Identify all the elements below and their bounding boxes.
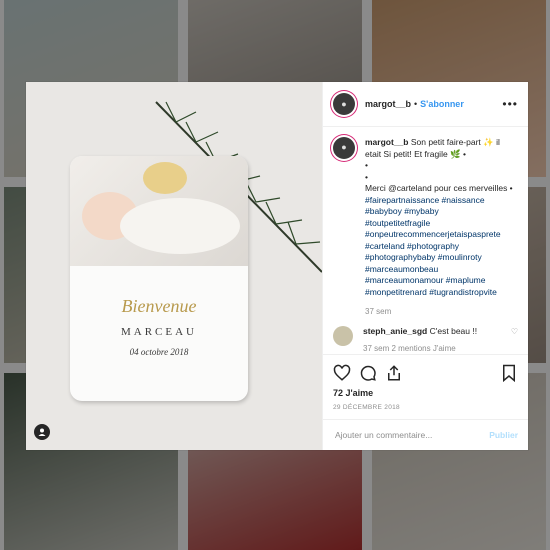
avatar[interactable] [333, 325, 353, 346]
comment-icon[interactable] [359, 364, 377, 382]
comment-username[interactable]: steph_anie_sgd [363, 326, 427, 336]
comment-age: 37 sem [363, 344, 390, 353]
comment-input[interactable] [333, 429, 490, 441]
card-title: Bienvenue [121, 296, 197, 316]
username-link[interactable]: margot__b [365, 99, 411, 109]
hashtag-link[interactable]: #marceaumonbeau [365, 264, 518, 276]
caption-line: • [365, 171, 368, 182]
comment-row: steph_anie_sgd C'est beau !! 37 sem 2 me… [333, 325, 518, 355]
post-side-panel: ● margot__b • S'abonner ••• ● margot__b … [322, 82, 528, 450]
likes-count[interactable]: 72 J'aime [333, 388, 518, 398]
post-modal: Bienvenue MARCEAU 04 octobre 2018 ● marg… [26, 82, 528, 450]
separator-dot: • [414, 99, 418, 109]
post-photo[interactable]: Bienvenue MARCEAU 04 octobre 2018 [26, 82, 322, 450]
post-date: 29 DÉCEMBRE 2018 [333, 404, 400, 411]
card-date: 04 octobre 2018 [129, 347, 189, 357]
caption: ● margot__b Son petit faire-part ✨ il et… [333, 137, 518, 318]
comment-likes[interactable]: 2 mentions J'aime [391, 344, 455, 353]
follow-button[interactable]: S'abonner [420, 99, 464, 109]
more-options-icon[interactable]: ••• [502, 97, 518, 111]
user-tag-icon[interactable] [34, 424, 50, 440]
card-name: MARCEAU [120, 326, 197, 338]
avatar[interactable]: ● [333, 93, 355, 115]
avatar[interactable]: ● [333, 137, 355, 159]
caption-username[interactable]: margot__b [365, 137, 408, 147]
share-icon[interactable] [385, 364, 403, 382]
post-header: ● margot__b • S'abonner ••• [323, 82, 528, 127]
publish-button[interactable]: Publier [489, 430, 518, 440]
comment-text: C'est beau !! [429, 325, 478, 336]
hashtag-link[interactable]: #fairepartnaissance #naissance [365, 195, 518, 207]
bookmark-icon[interactable] [500, 364, 518, 382]
caption-line: Merci @carteland pour ces merveilles • [365, 183, 513, 193]
hashtag-link[interactable]: #photographybaby #moulinroty [365, 252, 518, 264]
caption-age: 37 sem [365, 307, 392, 316]
birth-announcement-card: Bienvenue MARCEAU 04 octobre 2018 [70, 156, 248, 401]
comment-like-heart-icon[interactable]: ♡ [511, 326, 518, 338]
hashtag-link[interactable]: #onpeutrecommencerjetaispasprete [365, 229, 518, 241]
baby-photo [70, 156, 248, 266]
hashtag-link[interactable]: #marceaumonamour #maplume [365, 275, 518, 287]
post-actions: 72 J'aime 29 DÉCEMBRE 2018 [323, 354, 528, 419]
add-comment-bar: Publier [323, 419, 528, 450]
heart-icon[interactable] [333, 364, 351, 382]
hashtag-link[interactable]: #toutpetitetfragile [365, 218, 518, 230]
hashtag-link[interactable]: #monpetitrenard #tugrandistropvite [365, 287, 518, 299]
hashtag-link[interactable]: #babyboy #mybaby [365, 206, 518, 218]
hashtag-link[interactable]: #carteland #photography [365, 241, 518, 253]
comments-area[interactable]: ● margot__b Son petit faire-part ✨ il et… [323, 127, 528, 354]
caption-line: • [365, 160, 368, 170]
